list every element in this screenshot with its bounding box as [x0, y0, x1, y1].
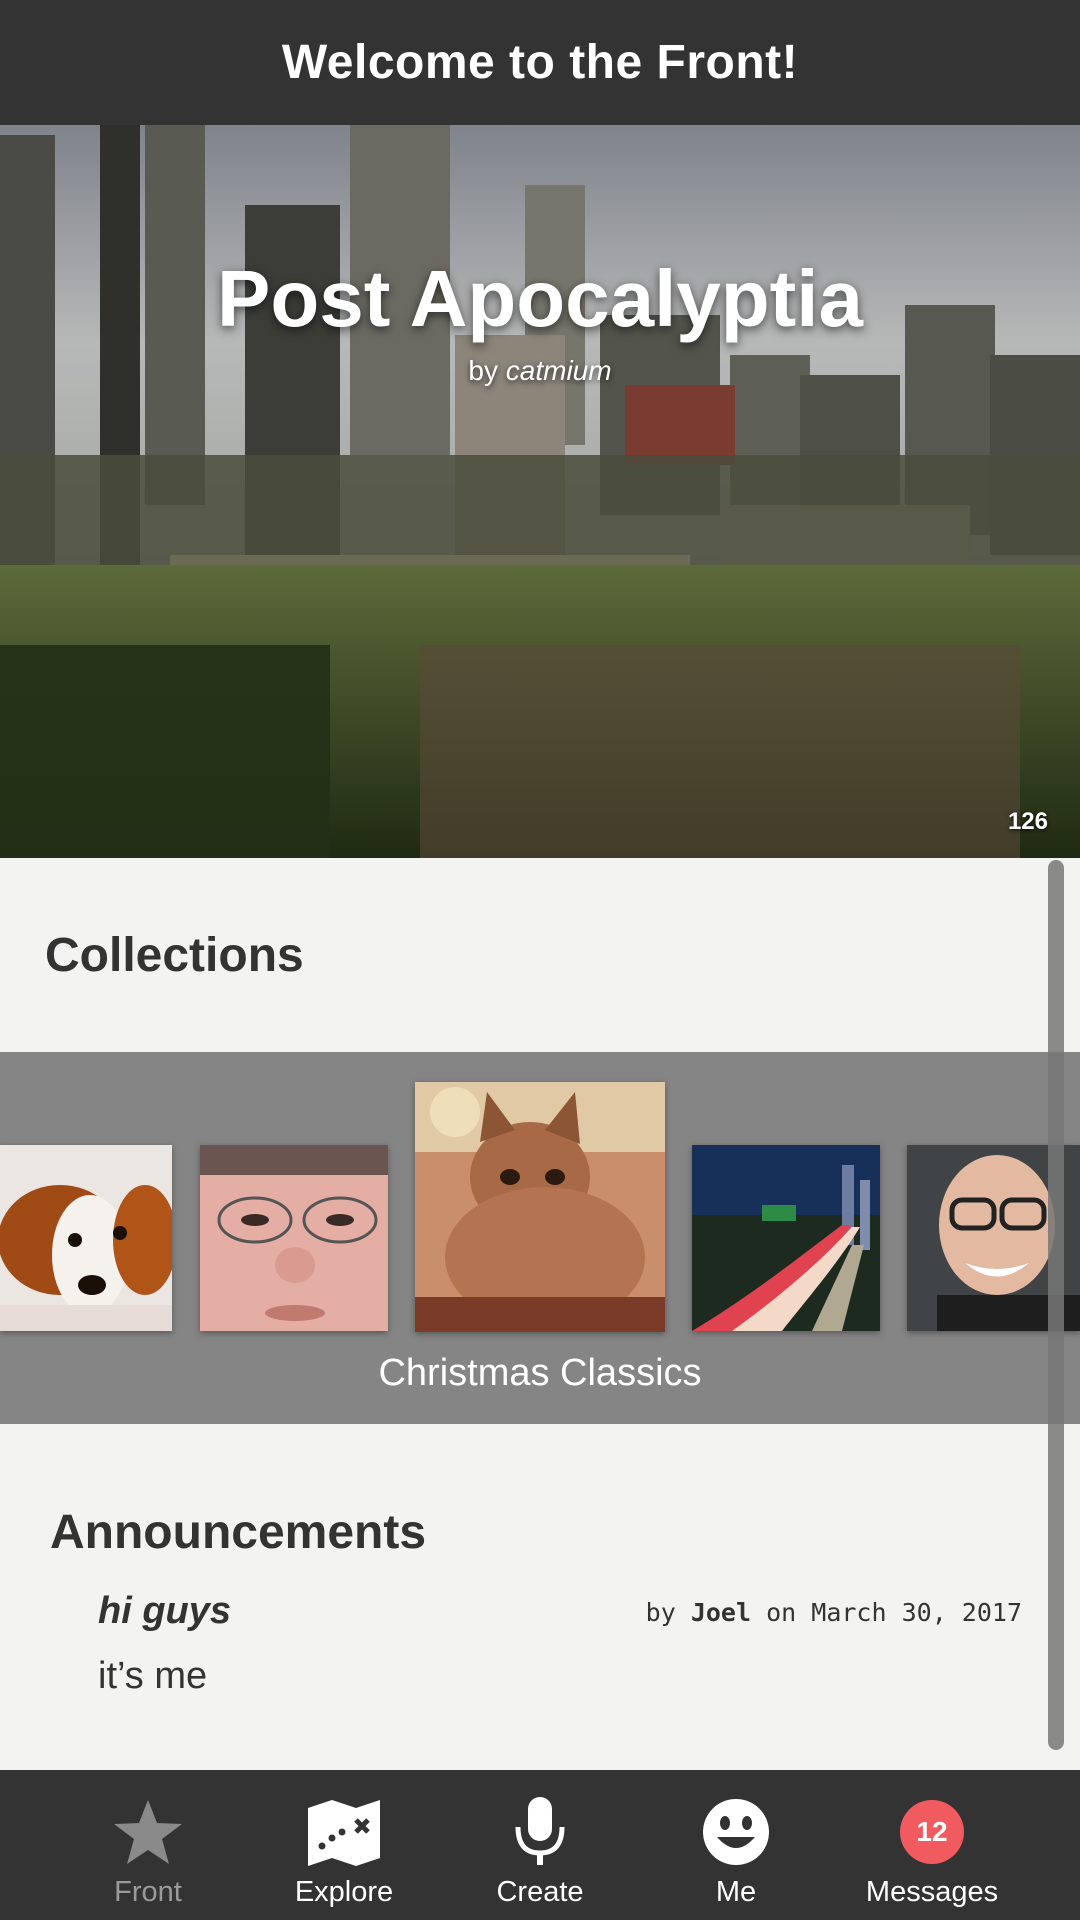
nav-item-create[interactable]: Create — [442, 1770, 638, 1920]
collection-thumb-portrait[interactable] — [200, 1145, 388, 1331]
featured-post-hero[interactable]: Post Apocalyptia by catmium 126 — [0, 125, 1080, 858]
announcement-meta: by Joel on March 30, 2017 — [646, 1598, 1022, 1627]
collections-heading: Collections — [45, 929, 304, 982]
nav-label-create: Create — [496, 1876, 584, 1908]
nav-label-front: Front — [114, 1876, 182, 1908]
nav-label-explore: Explore — [294, 1876, 394, 1908]
bottom-navigation: Front Explore Create Me 12 Messages — [0, 1770, 1080, 1920]
featured-byline: by catmium — [0, 355, 1080, 387]
hero-image — [0, 125, 1080, 858]
featured-by-prefix: by — [468, 355, 498, 386]
nav-item-front[interactable]: Front — [50, 1770, 246, 1920]
nav-label-messages: Messages — [865, 1876, 999, 1908]
nav-label-me: Me — [715, 1876, 757, 1908]
collection-thumb-cat[interactable] — [415, 1082, 665, 1332]
announcement-date: March 30, 2017 — [811, 1598, 1022, 1627]
star-icon — [108, 1792, 188, 1872]
map-icon — [304, 1792, 384, 1872]
microphone-icon — [500, 1792, 580, 1872]
announcement-title[interactable]: hi guys — [98, 1590, 231, 1633]
featured-author-link[interactable]: catmium — [506, 355, 612, 386]
scrollbar[interactable] — [1048, 860, 1064, 1750]
nav-item-messages[interactable]: 12 Messages — [834, 1770, 1030, 1920]
collection-thumb-city[interactable] — [692, 1145, 880, 1331]
announcement-body: it’s me — [98, 1655, 208, 1697]
messages-badge: 12 — [900, 1800, 964, 1864]
page-title: Welcome to the Front! — [281, 36, 799, 89]
collection-thumb-puppy[interactable] — [0, 1145, 172, 1331]
announcement-by-prefix: by — [645, 1598, 676, 1627]
smiley-icon — [696, 1792, 776, 1872]
featured-count: 126 — [1007, 808, 1048, 835]
messages-badge-icon: 12 — [892, 1792, 972, 1872]
featured-title[interactable]: Post Apocalyptia — [0, 253, 1080, 345]
announcement-author[interactable]: Joel — [691, 1598, 751, 1627]
announcements-heading: Announcements — [50, 1506, 427, 1559]
announcement-on-prefix: on — [766, 1598, 797, 1627]
top-bar: Welcome to the Front! — [0, 0, 1080, 125]
nav-item-me[interactable]: Me — [638, 1770, 834, 1920]
collection-title[interactable]: Christmas Classics — [0, 1352, 1080, 1395]
nav-item-explore[interactable]: Explore — [246, 1770, 442, 1920]
